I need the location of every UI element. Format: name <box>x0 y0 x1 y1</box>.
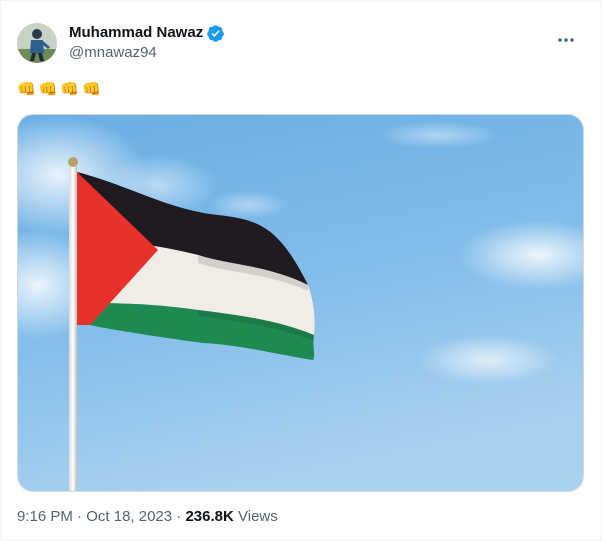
avatar[interactable] <box>17 23 57 63</box>
avatar-image <box>17 23 57 63</box>
more-options-icon[interactable] <box>551 25 581 55</box>
tweet-date: Oct 18, 2023 <box>86 508 173 525</box>
tweet-time: 9:16 PM <box>17 508 73 525</box>
views-count: 236.8K <box>185 508 234 525</box>
tweet-media-image[interactable] <box>17 114 584 492</box>
verified-badge-icon[interactable] <box>206 24 225 43</box>
tweet-time-link[interactable]: 9:16 PM · Oct 18, 2023 <box>17 508 172 525</box>
views-label: Views <box>238 508 278 525</box>
tweet-meta: 9:16 PM · Oct 18, 2023 · 236.8K Views <box>17 506 278 528</box>
author-names: Muhammad Nawaz @mnawaz94 <box>69 23 225 63</box>
fist-emoji: 👊 <box>17 81 36 98</box>
tweet-card: Muhammad Nawaz @mnawaz94 👊 👊 👊 👊 9:16 PM… <box>0 0 602 541</box>
palestine-flag-image <box>18 115 583 491</box>
fist-emoji: 👊 <box>82 81 101 98</box>
meta-separator: · <box>176 508 182 525</box>
fist-emoji: 👊 <box>38 81 58 98</box>
author-name[interactable]: Muhammad Nawaz <box>69 23 203 43</box>
meta-separator: · <box>77 508 83 525</box>
author-handle[interactable]: @mnawaz94 <box>69 43 225 63</box>
author-name-row: Muhammad Nawaz <box>69 23 225 43</box>
tweet-header: Muhammad Nawaz @mnawaz94 <box>17 21 589 65</box>
tweet-text: 👊 👊 👊 👊 <box>17 79 101 101</box>
fist-emoji: 👊 <box>60 81 80 98</box>
